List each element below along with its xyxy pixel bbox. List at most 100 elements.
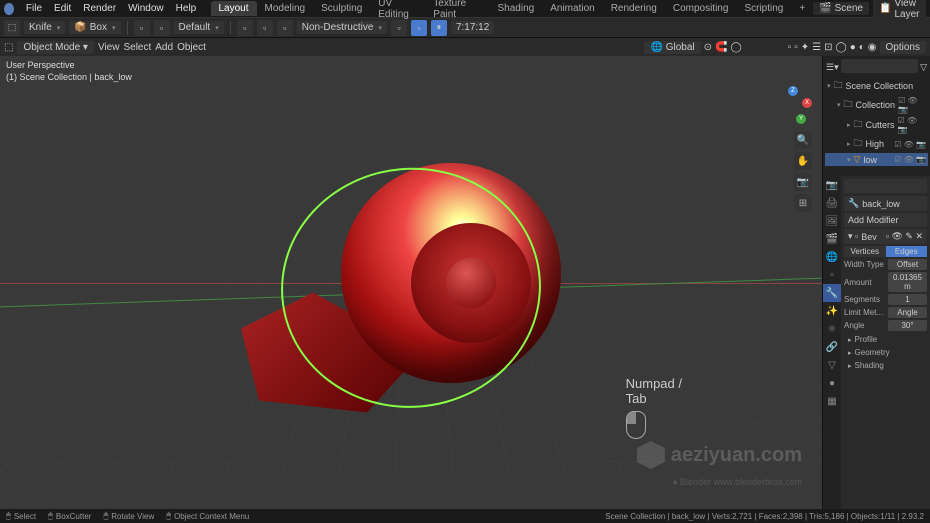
workspace-rendering[interactable]: Rendering xyxy=(603,1,665,16)
outliner-collection[interactable]: ▾🗀 Collection ☑ 👁 📷 xyxy=(825,95,928,115)
proportional-icon[interactable]: ◯ xyxy=(730,42,741,53)
camera-view-icon[interactable]: 📷 xyxy=(794,173,812,191)
shading-matprev-icon[interactable]: ◐ xyxy=(859,42,865,53)
workspace-uv[interactable]: UV Editing xyxy=(370,0,425,22)
transform-orientation[interactable]: 🌐 Global xyxy=(644,41,700,54)
seg-edges[interactable]: Edges xyxy=(886,246,928,257)
overlay-icon[interactable]: ☰ xyxy=(812,42,821,53)
width-type-value[interactable]: Offset xyxy=(888,259,927,270)
menu-window[interactable]: Window xyxy=(122,3,170,14)
tab-scene[interactable]: 🎬 xyxy=(823,230,841,248)
move-view-icon[interactable]: ✋ xyxy=(794,152,812,170)
menu-file[interactable]: File xyxy=(20,3,48,14)
workspace-texpaint[interactable]: Texture Paint xyxy=(425,0,489,22)
properties-search[interactable] xyxy=(844,179,927,193)
active-tool[interactable]: Knife xyxy=(24,21,65,34)
workspace-add[interactable]: + xyxy=(791,1,813,16)
limit-value[interactable]: Angle xyxy=(888,307,927,318)
shading-wire-icon[interactable]: ◯ xyxy=(836,42,847,53)
outliner-scene-collection[interactable]: ▾🗀 Scene Collection xyxy=(825,77,928,95)
nav-gizmo[interactable]: Z X Y xyxy=(772,86,812,126)
vp-icon-1[interactable]: ▫ xyxy=(788,42,792,53)
viewport-options[interactable]: Options xyxy=(880,41,926,54)
outliner-high[interactable]: ▸🗀 High ☑ 👁 📷 xyxy=(825,135,928,153)
vp-icon-2[interactable]: ▫ xyxy=(794,42,798,53)
tool-icon-7[interactable]: ▫ xyxy=(411,20,427,36)
workspace-layout[interactable]: Layout xyxy=(211,1,257,16)
amount-value[interactable]: 0.01365 m xyxy=(888,272,927,292)
tab-output[interactable]: 🖨 xyxy=(823,194,841,212)
vp-menu-object[interactable]: Object xyxy=(177,42,206,53)
outliner-low[interactable]: ▾▽ low ☑ 👁 📷 xyxy=(825,153,928,166)
workspace-sculpting[interactable]: Sculpting xyxy=(313,1,370,16)
outliner-filter-icon[interactable]: ▽ xyxy=(920,62,927,73)
persp-ortho-icon[interactable]: ⊞ xyxy=(794,194,812,212)
add-modifier-button[interactable]: Add Modifier xyxy=(844,213,927,227)
tab-physics[interactable]: ⚛ xyxy=(823,320,841,338)
tab-mesh[interactable]: ▽ xyxy=(823,356,841,374)
pivot-icon[interactable]: ⊙ xyxy=(704,42,712,53)
vp-menu-view[interactable]: View xyxy=(98,42,120,53)
3d-viewport[interactable]: User Perspective (1) Scene Collection | … xyxy=(0,56,822,509)
editor-type-3dview-icon[interactable]: ⬚ xyxy=(4,42,13,53)
tab-texture[interactable]: ▦ xyxy=(823,392,841,410)
scene-selector[interactable]: 🎬 Scene xyxy=(813,2,869,15)
modifier-bevel-header[interactable]: ▾ ▫Bev ▫ 👁 ✎ ✕ xyxy=(844,229,927,244)
pause-icon[interactable]: ⏸ xyxy=(431,20,447,36)
xray-icon[interactable]: ⊡ xyxy=(824,42,832,53)
gizmo-icon[interactable]: ✦ xyxy=(801,42,809,53)
axis-y-icon[interactable]: Y xyxy=(796,114,806,124)
section-profile[interactable]: Profile xyxy=(844,333,927,346)
zoom-icon[interactable]: 🔍 xyxy=(794,131,812,149)
menu-render[interactable]: Render xyxy=(77,3,122,14)
tab-particles[interactable]: ✨ xyxy=(823,302,841,320)
tab-viewlayer[interactable]: 🖼 xyxy=(823,212,841,230)
workspace-modeling[interactable]: Modeling xyxy=(257,1,314,16)
tab-world[interactable]: 🌐 xyxy=(823,248,841,266)
bool-mode[interactable]: Non-Destructive xyxy=(297,21,387,34)
tab-constraints[interactable]: 🔗 xyxy=(823,338,841,356)
workspace-shading[interactable]: Shading xyxy=(490,1,543,16)
shading-rendered-icon[interactable]: ◉ xyxy=(868,42,877,53)
tool-icon-1[interactable]: ▫ xyxy=(134,20,150,36)
outliner-type-icon[interactable]: ☰▾ xyxy=(826,62,839,73)
outliner-cutters[interactable]: ▸🗀 Cutters ☑ 👁 📷 xyxy=(825,115,928,135)
keypress-text-2: Tab xyxy=(626,391,682,407)
menu-help[interactable]: Help xyxy=(170,3,203,14)
outliner[interactable]: ☰▾ ▽ ▾🗀 Scene Collection ▾🗀 Collection ☑… xyxy=(823,56,930,176)
section-shading[interactable]: Shading xyxy=(844,359,927,372)
tool-icon-6[interactable]: ▫ xyxy=(391,20,407,36)
segments-value[interactable]: 1 xyxy=(888,294,927,305)
axis-x-icon[interactable]: X xyxy=(802,98,812,108)
tool-icon-2[interactable]: ▫ xyxy=(154,20,170,36)
vp-menu-add[interactable]: Add xyxy=(155,42,173,53)
boolean-shape[interactable]: 📦 Box xyxy=(69,21,120,34)
snap-icon[interactable]: 🧲 xyxy=(715,42,727,53)
object-name-header[interactable]: 🔧 back_low xyxy=(844,196,927,211)
outliner-search[interactable] xyxy=(841,59,918,73)
tab-modifiers[interactable]: 🔧 xyxy=(823,284,841,302)
interaction-mode[interactable]: Object Mode ▾ xyxy=(17,41,94,54)
section-geometry[interactable]: Geometry xyxy=(844,346,927,359)
tab-material[interactable]: ● xyxy=(823,374,841,392)
workspace-animation[interactable]: Animation xyxy=(542,1,602,16)
tab-object[interactable]: ▫ xyxy=(823,266,841,284)
bevel-mode-segment[interactable]: Vertices Edges xyxy=(844,246,927,257)
angle-value[interactable]: 30° xyxy=(888,320,927,331)
tool-header: ⬚ Knife 📦 Box ▫ ▫ Default ▫ ▫ ▫ Non-Dest… xyxy=(0,18,930,38)
menu-edit[interactable]: Edit xyxy=(48,3,77,14)
editor-type-icon[interactable]: ⬚ xyxy=(4,20,20,36)
tool-icon-4[interactable]: ▫ xyxy=(257,20,273,36)
tool-icon-3[interactable]: ▫ xyxy=(237,20,253,36)
tool-icon-5[interactable]: ▫ xyxy=(277,20,293,36)
tab-render[interactable]: 📷 xyxy=(823,176,841,194)
watermark-2: ♦ Blender www.blenderbros.com xyxy=(673,477,802,487)
shading-solid-icon[interactable]: ● xyxy=(850,42,856,53)
vp-menu-select[interactable]: Select xyxy=(123,42,151,53)
axis-z-icon[interactable]: Z xyxy=(788,86,798,96)
seg-vertices[interactable]: Vertices xyxy=(844,246,886,257)
preset-selector[interactable]: Default xyxy=(174,21,224,34)
viewlayer-selector[interactable]: 📋 View Layer xyxy=(873,0,926,21)
workspace-scripting[interactable]: Scripting xyxy=(736,1,791,16)
workspace-compositing[interactable]: Compositing xyxy=(665,1,737,16)
